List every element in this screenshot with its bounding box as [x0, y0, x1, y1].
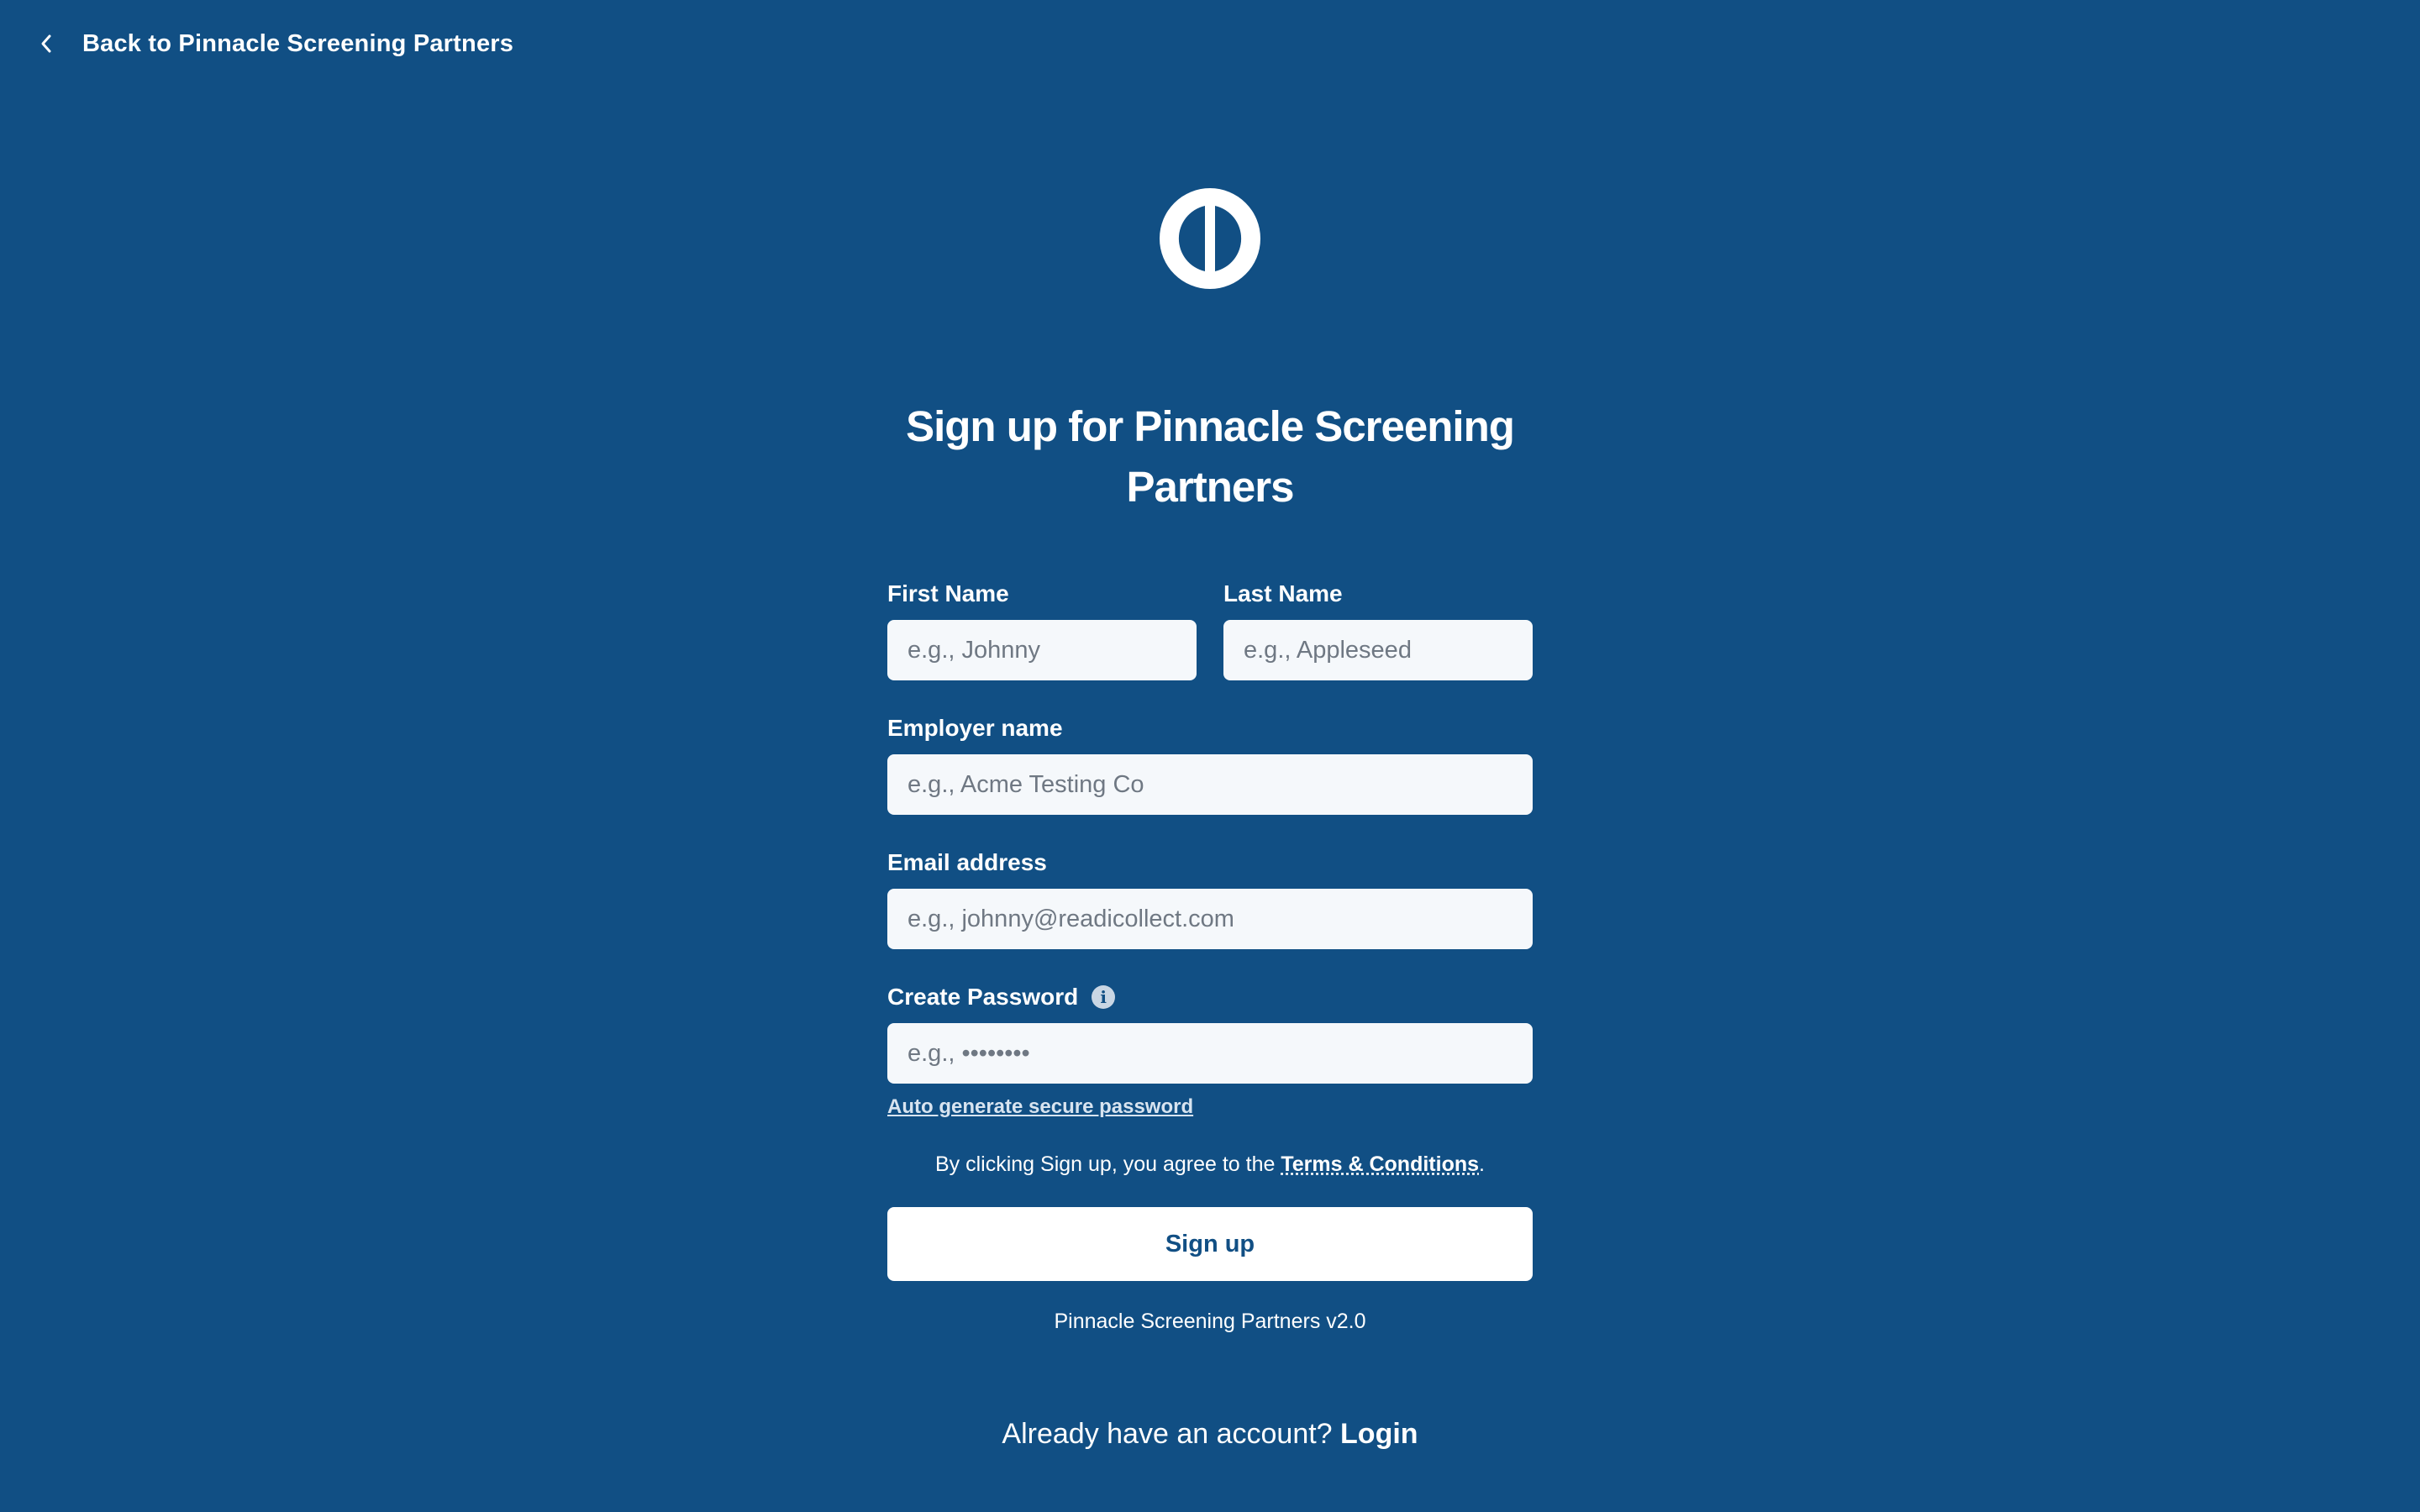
email-label: Email address: [887, 849, 1047, 875]
page-title: Sign up for Pinnacle Screening Partners: [906, 402, 1515, 511]
name-row: First Name Last Name: [887, 580, 1533, 680]
terms-link[interactable]: Terms & Conditions: [1281, 1152, 1479, 1176]
info-icon[interactable]: i: [1092, 985, 1116, 1009]
last-name-group: Last Name: [1223, 580, 1533, 680]
login-link[interactable]: Login: [1340, 1418, 1418, 1450]
first-name-label: First Name: [887, 580, 1009, 606]
login-prompt: Already have an account? Login: [874, 1418, 1546, 1451]
terms-text: By clicking Sign up, you agree to the Te…: [887, 1152, 1533, 1177]
autogen-password-link[interactable]: Auto generate secure password: [887, 1095, 1193, 1119]
password-label-row: Create Password i: [887, 983, 1533, 1011]
email-input[interactable]: [887, 889, 1533, 949]
last-name-label: Last Name: [1223, 580, 1343, 606]
version-text: Pinnacle Screening Partners v2.0: [1054, 1310, 1366, 1333]
employer-label: Employer name: [887, 715, 1063, 741]
password-group: Create Password i Auto generate secure p…: [887, 983, 1533, 1119]
employer-input[interactable]: [887, 754, 1533, 815]
back-link[interactable]: Back to Pinnacle Screening Partners: [39, 25, 513, 62]
password-input[interactable]: [887, 1023, 1533, 1084]
signup-button[interactable]: Sign up: [887, 1207, 1533, 1281]
terms-prefix: By clicking Sign up, you agree to the: [935, 1152, 1281, 1176]
password-label: Create Password: [887, 984, 1079, 1010]
first-name-input[interactable]: [887, 620, 1197, 680]
chevron-left-icon: [39, 32, 54, 55]
login-prompt-text: Already have an account?: [1002, 1418, 1341, 1450]
terms-suffix: .: [1479, 1152, 1485, 1176]
logo-icon: [1160, 188, 1260, 289]
last-name-input[interactable]: [1223, 620, 1533, 680]
email-group: Email address: [887, 848, 1533, 949]
employer-group: Employer name: [887, 714, 1533, 815]
first-name-group: First Name: [887, 580, 1197, 680]
back-link-label: Back to Pinnacle Screening Partners: [82, 29, 514, 57]
signup-form: First Name Last Name Employer name Email…: [887, 580, 1533, 1334]
